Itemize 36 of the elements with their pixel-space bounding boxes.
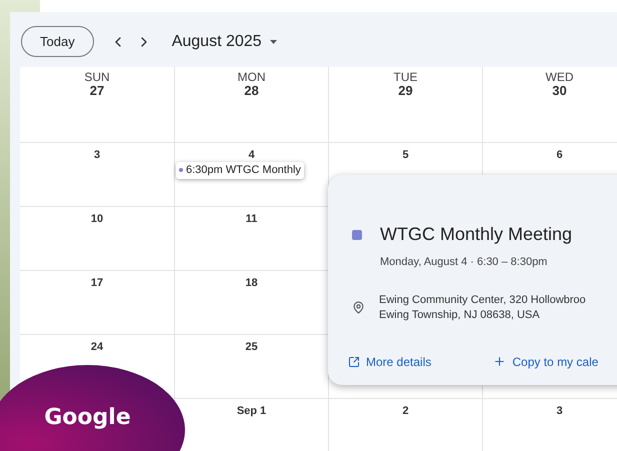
day-number: 24 xyxy=(90,340,104,354)
day-number: 10 xyxy=(90,212,104,226)
event-label: 6:30pm WTGC Monthly xyxy=(186,163,301,178)
location-pin-icon xyxy=(352,301,365,314)
plus-icon xyxy=(493,355,506,368)
weekday-label: WED xyxy=(546,71,574,84)
day-number: 11 xyxy=(246,212,258,226)
day-number: 17 xyxy=(90,276,104,290)
day-number: 2 xyxy=(402,404,409,418)
day-number: 27 xyxy=(90,84,104,97)
badge-text: Google xyxy=(44,404,131,432)
external-link-icon xyxy=(348,356,360,368)
day-number: 4 xyxy=(248,148,255,162)
event-time: Monday, August 4 · 6:30 – 8:30pm xyxy=(380,255,548,270)
day-number: Sep 1 xyxy=(236,404,266,418)
day-number: 6 xyxy=(556,148,563,162)
day-number: 3 xyxy=(556,404,563,418)
weekday-label: TUE xyxy=(394,71,418,84)
day-number: 5 xyxy=(402,148,409,162)
day-number: 25 xyxy=(245,340,258,354)
day-number: 18 xyxy=(245,276,258,290)
day-number: 29 xyxy=(398,84,413,97)
location-line: Ewing Township, NJ 08638, USA xyxy=(379,308,541,322)
weekday-label: MON xyxy=(238,71,266,84)
event-chip[interactable]: 6:30pm WTGC Monthly xyxy=(176,162,304,178)
day-number: 3 xyxy=(94,148,100,162)
day-number: 28 xyxy=(244,84,259,97)
day-number: 30 xyxy=(552,84,567,97)
month-selector[interactable]: August 2025 xyxy=(172,30,277,54)
details-link[interactable]: More details xyxy=(348,352,432,370)
weekday-label: SUN xyxy=(84,71,110,84)
location-line: Ewing Community Center, 320 Hollowbroo xyxy=(379,292,586,308)
caret-icon xyxy=(270,40,277,44)
event-title: WTGC Monthly Meeting xyxy=(380,223,572,246)
copy-link[interactable]: Copy to my cale xyxy=(493,352,598,370)
today-button[interactable]: Today xyxy=(21,26,94,57)
